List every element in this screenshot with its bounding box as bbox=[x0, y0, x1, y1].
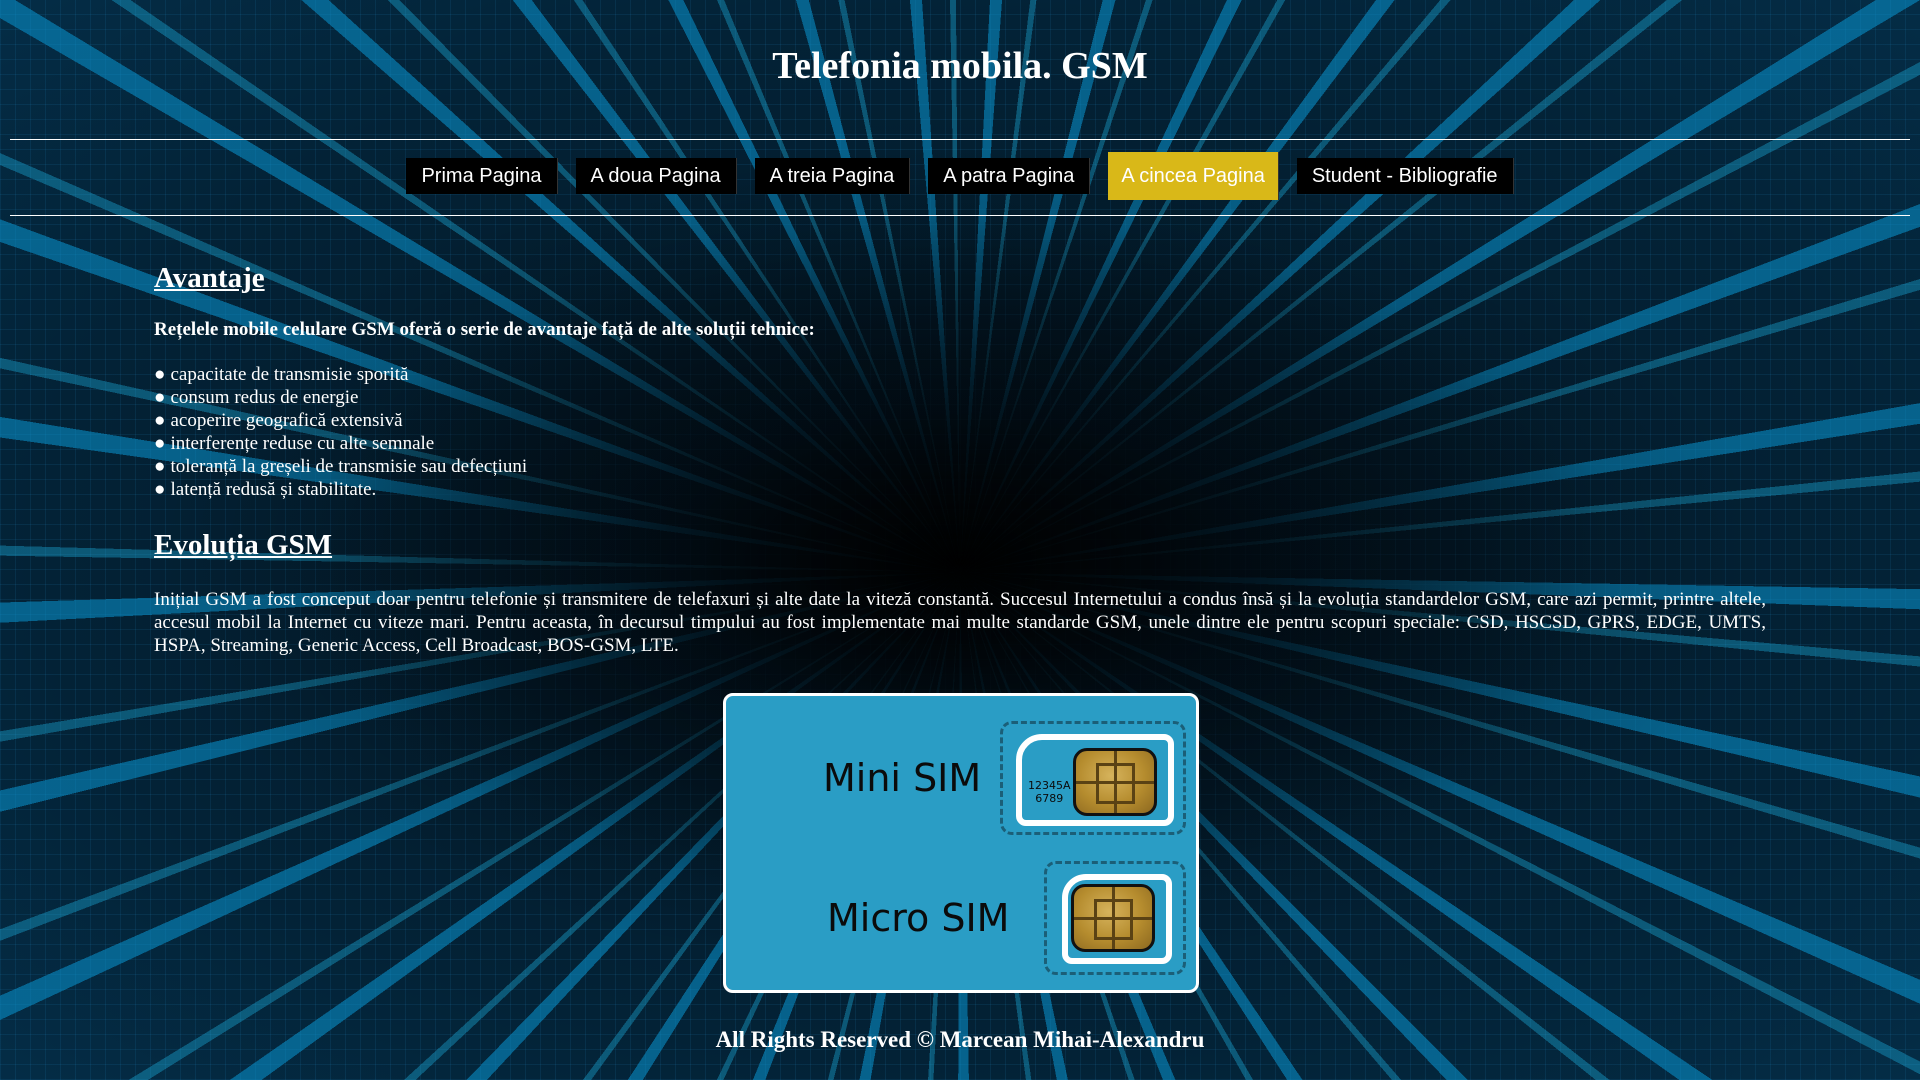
main-nav: Prima Pagina A doua Pagina A treia Pagin… bbox=[0, 152, 1920, 200]
list-item: ● interferențe reduse cu alte semnale bbox=[154, 432, 1766, 455]
nav-item-a-cincea-pagina[interactable]: A cincea Pagina bbox=[1108, 152, 1279, 200]
nav-item-a-patra-pagina[interactable]: A patra Pagina bbox=[928, 158, 1091, 194]
list-item-text: consum redus de energie bbox=[170, 387, 359, 408]
micro-sim-label: Micro SIM bbox=[827, 896, 1010, 940]
footer: All Rights Reserved © Marcean Mihai-Alex… bbox=[715, 1027, 1205, 1052]
advantages-list: ● capacitate de transmisie sporită ● consu… bbox=[154, 363, 1766, 501]
list-item-text: toleranță la greșeli de transmisie sau d… bbox=[170, 456, 528, 477]
bottom-divider bbox=[10, 215, 1910, 216]
sim-chip-icon bbox=[1071, 884, 1155, 952]
mini-sim-label: Mini SIM bbox=[823, 756, 982, 800]
sim-serial-number: 12345A 6789 bbox=[1028, 779, 1071, 805]
evolution-paragraph: Inițial GSM a fost conceput doar pentru … bbox=[154, 589, 1766, 656]
list-item-text: latență redusă și stabilitate. bbox=[170, 479, 377, 500]
nav-item-student-bibliografie[interactable]: Student - Bibliografie bbox=[1296, 158, 1514, 194]
sim-serial-line-1: 12345A bbox=[1028, 779, 1071, 792]
bullet-icon: ● bbox=[154, 364, 166, 385]
section-heading-avantaje: Avantaje bbox=[154, 262, 265, 294]
sim-card-illustration: Mini SIM Micro SIM 12345A 6789 bbox=[723, 693, 1199, 993]
list-item: ● consum redus de energie bbox=[154, 386, 1766, 409]
top-divider bbox=[10, 139, 1910, 140]
nav-item-a-treia-pagina[interactable]: A treia Pagina bbox=[754, 158, 911, 194]
sim-chip-icon bbox=[1073, 748, 1157, 816]
list-item: ● acoperire geografică extensivă bbox=[154, 409, 1766, 432]
list-item: ● latență redusă și stabilitate. bbox=[154, 478, 1766, 501]
site-title: Telefonia mobila. GSM bbox=[772, 45, 1148, 87]
section-heading-evolutia-gsm: Evoluția GSM bbox=[154, 529, 333, 561]
list-item: ● capacitate de transmisie sporită bbox=[154, 363, 1766, 386]
list-item-text: capacitate de transmisie sporită bbox=[170, 364, 409, 385]
bullet-icon: ● bbox=[154, 410, 166, 431]
list-item-text: acoperire geografică extensivă bbox=[170, 410, 403, 431]
bullet-icon: ● bbox=[154, 479, 166, 500]
bullet-icon: ● bbox=[154, 433, 166, 454]
section-intro: Rețelele mobile celulare GSM oferă o ser… bbox=[154, 319, 815, 340]
nav-item-a-doua-pagina[interactable]: A doua Pagina bbox=[575, 158, 737, 194]
bullet-icon: ● bbox=[154, 387, 166, 408]
sim-serial-line-2: 6789 bbox=[1035, 792, 1064, 805]
list-item-text: interferențe reduse cu alte semnale bbox=[170, 433, 435, 454]
list-item: ● toleranță la greșeli de transmisie sau … bbox=[154, 455, 1766, 478]
nav-item-prima-pagina[interactable]: Prima Pagina bbox=[406, 158, 558, 194]
page: Telefonia mobila. GSM Prima Pagina A dou… bbox=[0, 0, 1920, 1080]
bullet-icon: ● bbox=[154, 456, 166, 477]
main-content: Avantaje Rețelele mobile celulare GSM of… bbox=[154, 262, 1766, 657]
